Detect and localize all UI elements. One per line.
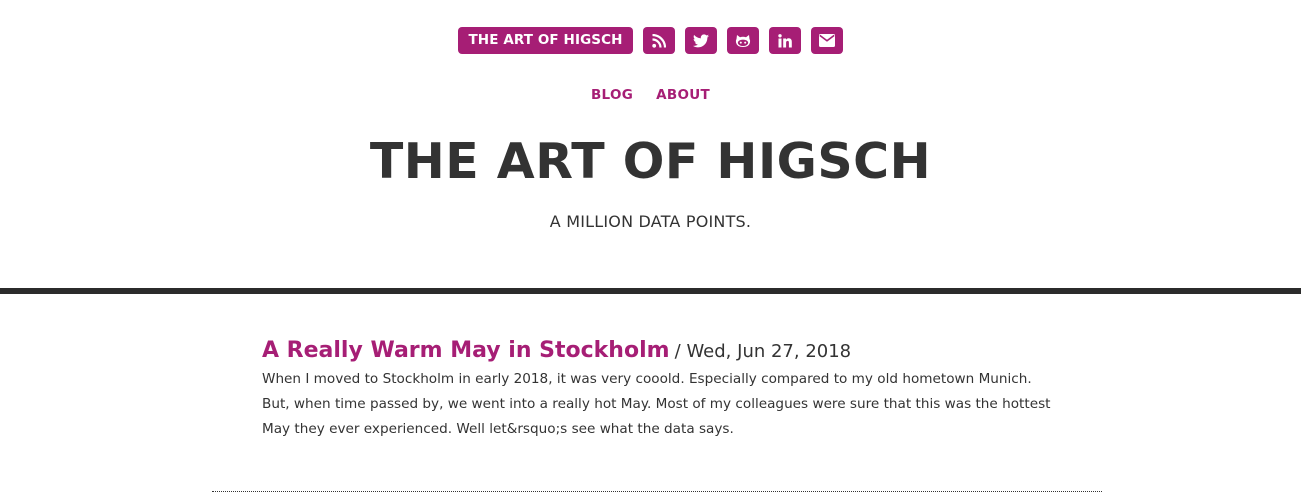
- nav-item-blog[interactable]: BLOG: [591, 87, 633, 103]
- email-button[interactable]: [810, 27, 843, 54]
- site-title: THE ART OF HIGSCH: [369, 133, 932, 190]
- post-divider: [212, 491, 1102, 492]
- top-bar: THE ART OF HIGSCH: [0, 27, 1301, 54]
- rss-icon: [651, 33, 666, 48]
- envelope-icon: [818, 34, 835, 47]
- post-date: / Wed, Jun 27, 2018: [674, 341, 852, 362]
- site-subtitle: A MILLION DATA POINTS.: [549, 212, 752, 231]
- twitter-icon: [692, 33, 709, 48]
- post-header: A Really Warm May in Stockholm / Wed, Ju…: [262, 338, 1062, 363]
- rss-button[interactable]: [642, 27, 675, 54]
- linkedin-icon: [777, 33, 792, 48]
- nav-item-about[interactable]: ABOUT: [656, 87, 710, 103]
- header-divider: [0, 288, 1301, 294]
- github-icon: [735, 34, 751, 48]
- post-title-link[interactable]: A Really Warm May in Stockholm: [262, 338, 670, 363]
- linkedin-button[interactable]: [768, 27, 801, 54]
- main-nav: BLOG ABOUT: [0, 87, 1301, 103]
- post-excerpt: When I moved to Stockholm in early 2018,…: [262, 371, 1051, 437]
- twitter-button[interactable]: [684, 27, 717, 54]
- brand-button[interactable]: THE ART OF HIGSCH: [458, 27, 633, 54]
- github-button[interactable]: [726, 27, 759, 54]
- post-item: A Really Warm May in Stockholm / Wed, Ju…: [262, 338, 1062, 442]
